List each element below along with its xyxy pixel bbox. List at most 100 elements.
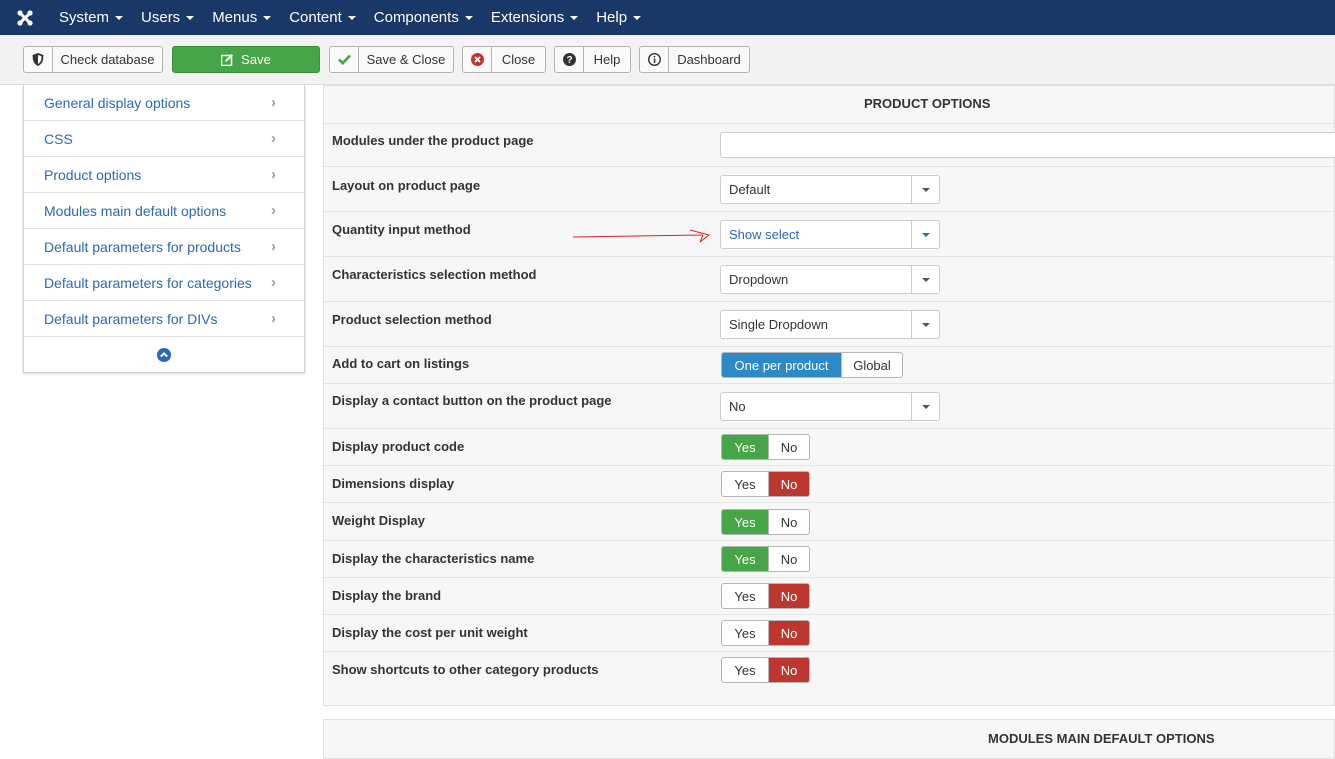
brand-toggle: Yes No: [721, 583, 810, 609]
caret-down-icon: [911, 266, 939, 293]
info-circle-icon: [640, 47, 669, 72]
sidebar-item-css[interactable]: CSS ›: [24, 121, 304, 157]
close-circle-icon: [463, 47, 492, 72]
product-selection-select[interactable]: Single Dropdown: [720, 310, 940, 339]
shortcuts-toggle: Yes No: [721, 657, 810, 683]
modules-main-panel: MODULES MAIN DEFAULT OPTIONS: [323, 719, 1335, 759]
row-characteristics-name: Display the characteristics name Yes No: [324, 541, 1335, 578]
add-to-cart-toggle: One per product Global: [721, 352, 903, 378]
no-option[interactable]: No: [768, 621, 809, 645]
question-circle-icon: ?: [555, 47, 584, 72]
dashboard-button[interactable]: Dashboard: [639, 46, 750, 73]
sidebar-item-product-options[interactable]: Product options ›: [24, 157, 304, 193]
joomla-logo-icon[interactable]: [0, 0, 50, 35]
yes-option[interactable]: Yes: [722, 584, 768, 608]
annotation-arrow-icon: [573, 229, 711, 243]
nav-help[interactable]: Help: [587, 0, 650, 35]
chevron-right-icon: ›: [271, 166, 276, 183]
nav-content[interactable]: Content: [280, 0, 365, 35]
panel-title: PRODUCT OPTIONS: [324, 86, 1334, 124]
row-product-code: Display product code Yes No: [324, 429, 1335, 466]
cost-per-unit-toggle: Yes No: [721, 620, 810, 646]
help-button[interactable]: ? Help: [554, 46, 631, 73]
save-close-button[interactable]: Save & Close: [329, 46, 454, 73]
dimensions-toggle: Yes No: [721, 471, 810, 497]
caret-down-icon: [911, 393, 939, 420]
yes-option[interactable]: Yes: [722, 510, 768, 534]
caret-down-icon: [263, 15, 272, 20]
no-option[interactable]: No: [768, 435, 809, 459]
layout-select[interactable]: Default: [720, 175, 940, 204]
chevron-right-icon: ›: [271, 310, 276, 327]
yes-option[interactable]: Yes: [722, 547, 768, 571]
row-add-to-cart: Add to cart on listings One per product …: [324, 347, 1335, 384]
caret-down-icon: [911, 221, 939, 248]
chevron-right-icon: ›: [271, 130, 276, 147]
product-code-toggle: Yes No: [721, 434, 810, 460]
nav-components[interactable]: Components: [365, 0, 482, 35]
no-option[interactable]: No: [768, 658, 809, 682]
options-sidebar: General display options › CSS › Product op…: [23, 85, 305, 373]
caret-down-icon: [911, 311, 939, 338]
characteristics-name-toggle: Yes No: [721, 546, 810, 572]
close-button[interactable]: Close: [462, 46, 546, 73]
row-quantity: Quantity input method Show select: [324, 212, 1335, 257]
caret-down-icon: [633, 15, 642, 20]
panel-title: MODULES MAIN DEFAULT OPTIONS: [988, 731, 1215, 746]
shield-icon: [24, 47, 53, 72]
sidebar-item-modules-main[interactable]: Modules main default options ›: [24, 193, 304, 229]
yes-option[interactable]: Yes: [722, 621, 768, 645]
chevron-right-icon: ›: [271, 94, 276, 111]
chevron-right-icon: ›: [271, 274, 276, 291]
product-options-panel: PRODUCT OPTIONS Modules under the produc…: [323, 85, 1335, 706]
save-button[interactable]: Save: [172, 46, 320, 73]
yes-option[interactable]: Yes: [722, 658, 768, 682]
row-brand: Display the brand Yes No: [324, 578, 1335, 615]
nav-users[interactable]: Users: [132, 0, 203, 35]
row-modules-under: Modules under the product page: [324, 124, 1335, 167]
no-option[interactable]: No: [768, 547, 809, 571]
row-weight: Weight Display Yes No: [324, 503, 1335, 541]
row-cost-per-unit: Display the cost per unit weight Yes No: [324, 615, 1335, 652]
top-navbar: System Users Menus Content Components Ex…: [0, 0, 1335, 35]
caret-down-icon: [464, 15, 473, 20]
no-option[interactable]: No: [768, 510, 809, 534]
checkmark-icon: [330, 47, 359, 72]
sidebar-item-general-display[interactable]: General display options ›: [24, 85, 304, 121]
global-option[interactable]: Global: [841, 353, 902, 377]
collapse-up-icon[interactable]: [24, 337, 304, 373]
modules-under-input[interactable]: [720, 132, 1335, 158]
toolbar: Check database Save Save & Close Close ?…: [0, 35, 1335, 85]
yes-option[interactable]: Yes: [722, 435, 768, 459]
contact-button-select[interactable]: No: [720, 392, 940, 421]
quantity-select[interactable]: Show select: [720, 220, 940, 249]
caret-down-icon: [115, 15, 124, 20]
row-contact-button: Display a contact button on the product …: [324, 384, 1335, 429]
row-shortcuts: Show shortcuts to other category product…: [324, 652, 1335, 689]
no-option[interactable]: No: [768, 584, 809, 608]
nav-extensions[interactable]: Extensions: [482, 0, 587, 35]
chevron-right-icon: ›: [271, 238, 276, 255]
nav-system[interactable]: System: [50, 0, 132, 35]
svg-text:?: ?: [566, 55, 572, 66]
caret-down-icon: [347, 15, 356, 20]
yes-option[interactable]: Yes: [722, 472, 768, 496]
row-characteristics: Characteristics selection method Dropdow…: [324, 257, 1335, 302]
no-option[interactable]: No: [768, 472, 809, 496]
caret-down-icon: [570, 15, 579, 20]
caret-down-icon: [911, 176, 939, 203]
row-dimensions: Dimensions display Yes No: [324, 466, 1335, 503]
chevron-right-icon: ›: [271, 202, 276, 219]
nav-menus[interactable]: Menus: [203, 0, 280, 35]
check-database-button[interactable]: Check database: [23, 46, 163, 73]
sidebar-item-default-divs[interactable]: Default parameters for DIVs ›: [24, 301, 304, 337]
row-layout: Layout on product page Default: [324, 167, 1335, 212]
row-product-selection: Product selection method Single Dropdown: [324, 302, 1335, 347]
one-per-product-option[interactable]: One per product: [722, 353, 841, 377]
caret-down-icon: [186, 15, 195, 20]
sidebar-item-default-products[interactable]: Default parameters for products ›: [24, 229, 304, 265]
weight-toggle: Yes No: [721, 509, 810, 535]
edit-icon: [221, 53, 234, 66]
sidebar-item-default-categories[interactable]: Default parameters for categories ›: [24, 265, 304, 301]
characteristics-select[interactable]: Dropdown: [720, 265, 940, 294]
